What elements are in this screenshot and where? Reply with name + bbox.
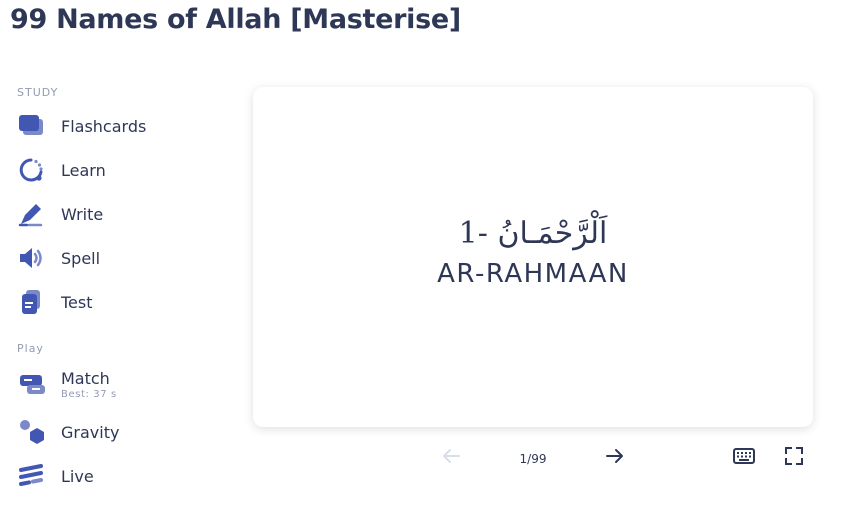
keyboard-icon: [733, 448, 755, 468]
play-section-label: Play: [17, 342, 44, 355]
nav-live-label: Live: [61, 466, 94, 486]
card-counter: 1/99: [519, 452, 547, 466]
flashcard[interactable]: اَلْرَّحْمَـانُ -1 AR-RAHMAAN: [253, 87, 813, 427]
nav-write[interactable]: Write: [17, 194, 103, 234]
nav-learn-label: Learn: [61, 160, 106, 180]
next-card-button[interactable]: [602, 446, 628, 470]
nav-gravity-label: Gravity: [61, 422, 120, 442]
page-title: 99 Names of Allah [Masterise]: [10, 4, 461, 35]
fullscreen-button[interactable]: [782, 446, 806, 470]
nav-match[interactable]: Match Best: 37 s: [17, 364, 117, 404]
write-icon: [17, 198, 49, 230]
nav-write-label: Write: [61, 204, 104, 224]
nav-test-label: Test: [61, 292, 93, 312]
match-icon: [17, 368, 49, 400]
flashcards-icon: [17, 110, 49, 142]
test-icon: [17, 286, 49, 318]
gravity-icon: [17, 416, 49, 448]
learn-icon: [17, 154, 49, 186]
match-best-time: Best: 37 s: [61, 388, 117, 400]
nav-spell-label: Spell: [61, 248, 101, 268]
nav-test[interactable]: Test: [17, 282, 93, 322]
live-icon: [17, 460, 49, 492]
study-section-label: STUDY: [17, 86, 59, 99]
nav-match-label: Match: [61, 368, 110, 388]
card-front-text: اَلْرَّحْمَـانُ -1: [458, 215, 608, 251]
nav-spell[interactable]: Spell: [17, 238, 100, 278]
previous-card-button[interactable]: [438, 446, 464, 470]
arrow-right-icon: [605, 447, 625, 469]
arrow-left-icon: [441, 447, 461, 469]
keyboard-shortcuts-button[interactable]: [731, 446, 757, 470]
nav-flashcards-label: Flashcards: [61, 116, 147, 136]
nav-gravity[interactable]: Gravity: [17, 412, 119, 452]
card-back-text: AR-RAHMAAN: [437, 258, 629, 289]
nav-live[interactable]: Live: [17, 456, 94, 496]
spell-icon: [17, 242, 49, 274]
nav-learn[interactable]: Learn: [17, 150, 106, 190]
fullscreen-icon: [785, 447, 803, 469]
nav-flashcards[interactable]: Flashcards: [17, 106, 146, 146]
